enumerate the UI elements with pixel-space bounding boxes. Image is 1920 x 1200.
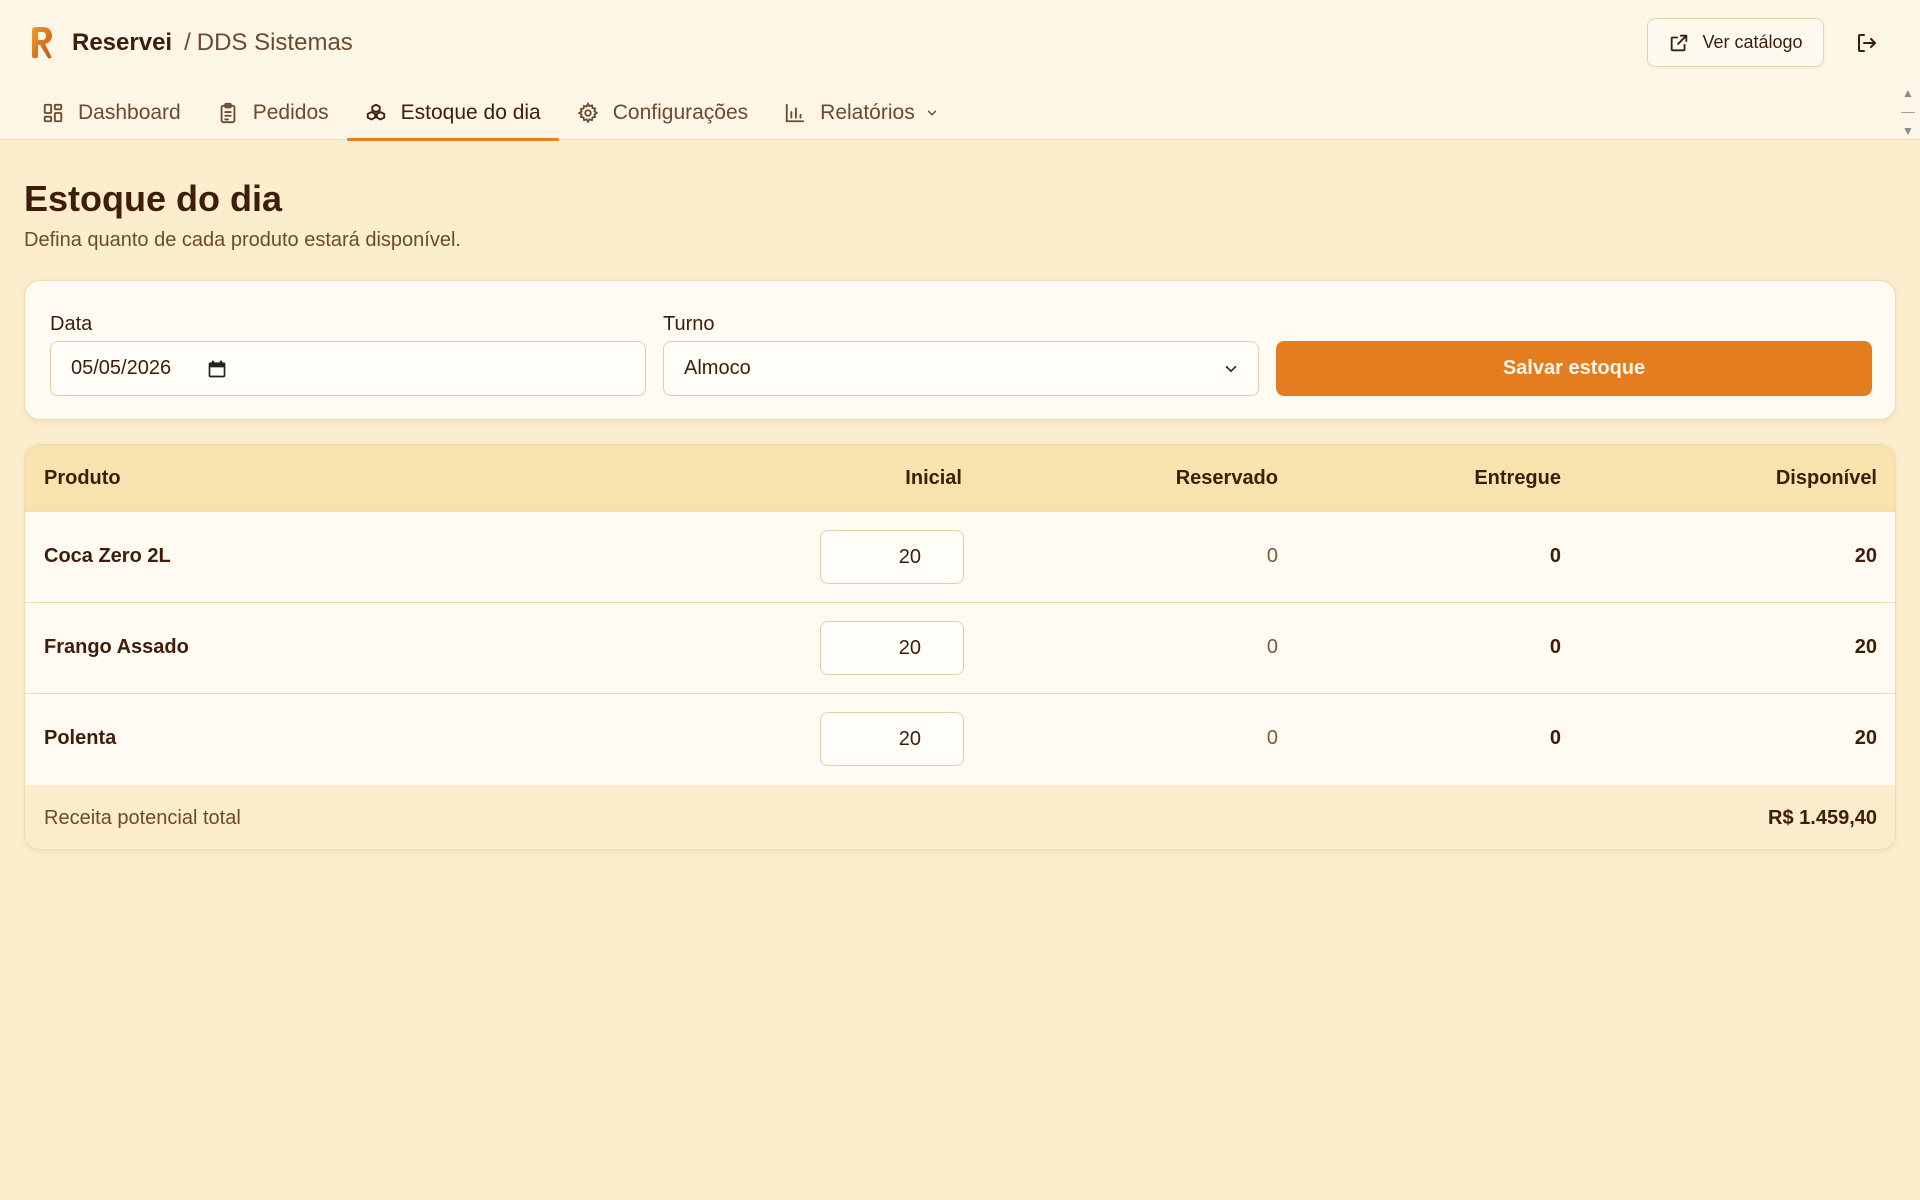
tab-dashboard[interactable]: Dashboard	[24, 86, 199, 140]
boxes-icon	[366, 103, 385, 121]
view-catalog-button[interactable]: Ver catálogo	[1647, 18, 1824, 67]
main-nav: Dashboard Pedidos Estoque do dia Configu…	[24, 86, 957, 141]
table-footer: Receita potencial total R$ 1.459,40	[25, 785, 1895, 849]
shift-value: Almoco	[684, 357, 751, 379]
delivered-value: 0	[1549, 636, 1561, 658]
tab-relatorios-label: Relatórios	[820, 101, 915, 124]
tab-pedidos[interactable]: Pedidos	[199, 86, 347, 140]
table-row: Frango Assado 20 0 0 20	[25, 602, 1895, 693]
reservei-logo-icon	[32, 27, 52, 59]
header-produto: Produto	[44, 467, 121, 489]
bar-chart-icon	[785, 103, 805, 123]
page-subtitle: Defina quanto de cada produto estará dis…	[24, 229, 461, 251]
external-link-icon	[1671, 34, 1688, 51]
header-entregue: Entregue	[1474, 467, 1561, 489]
shift-label: Turno	[663, 313, 715, 335]
header-reservado: Reservado	[1175, 467, 1278, 489]
table-row: Coca Zero 2L 20 0 0 20	[25, 511, 1895, 602]
view-catalog-label: Ver catálogo	[1702, 32, 1803, 52]
product-name: Polenta	[44, 727, 117, 749]
reserved-value: 0	[1266, 727, 1278, 749]
brand[interactable]: Reservei / DDS Sistemas	[28, 26, 353, 60]
tab-configuracoes[interactable]: Configurações	[559, 86, 766, 140]
gear-icon	[577, 102, 599, 124]
scroll-down-icon[interactable]: ▼	[1902, 124, 1914, 138]
tab-estoque-label: Estoque do dia	[400, 101, 541, 124]
available-value: 20	[1854, 727, 1877, 749]
stock-table: Produto Inicial Reservado Entregue Dispo…	[24, 444, 1896, 850]
logout-button[interactable]	[1850, 26, 1884, 60]
app-name: Reservei	[72, 29, 173, 56]
chevron-down-icon	[927, 110, 936, 116]
delivered-value: 0	[1549, 545, 1561, 567]
brand-separator: /	[184, 29, 191, 56]
available-value: 20	[1854, 545, 1877, 567]
grid-icon	[43, 103, 63, 123]
table-row: Polenta 20 0 0 20	[25, 693, 1895, 784]
delivered-value: 0	[1549, 727, 1561, 749]
potential-revenue-value: R$ 1.459,40	[1768, 807, 1877, 829]
table-header: Produto Inicial Reservado Entregue Dispo…	[25, 445, 1895, 511]
initial-quantity-input[interactable]: 20	[820, 712, 964, 766]
scroll-divider	[1901, 111, 1915, 113]
organization-name: DDS Sistemas	[196, 29, 353, 56]
clipboard-icon	[220, 102, 236, 124]
available-value: 20	[1854, 636, 1877, 658]
initial-quantity-input[interactable]: 20	[820, 621, 964, 675]
calendar-icon[interactable]	[207, 359, 227, 379]
tab-pedidos-label: Pedidos	[252, 101, 329, 124]
top-bar: Reservei / DDS Sistemas Ver catálogo Das…	[0, 0, 1920, 141]
page-title: Estoque do dia	[24, 178, 283, 219]
tab-estoque-do-dia[interactable]: Estoque do dia	[346, 86, 559, 141]
potential-revenue-label: Receita potencial total	[44, 807, 241, 829]
tab-relatorios[interactable]: Relatórios	[766, 86, 957, 140]
chevron-down-icon	[1225, 365, 1237, 373]
nav-scroll-control[interactable]: ▲ ▼	[1898, 86, 1918, 138]
filter-card: Data 05/05/2026 Turno Almoco Salvar esto…	[24, 280, 1896, 420]
product-name: Frango Assado	[44, 636, 189, 658]
header-disponivel: Disponível	[1775, 467, 1877, 489]
logout-icon	[1858, 34, 1876, 52]
header-inicial: Inicial	[905, 467, 962, 489]
tab-configuracoes-label: Configurações	[612, 101, 749, 124]
product-name: Coca Zero 2L	[44, 545, 171, 567]
tab-dashboard-label: Dashboard	[78, 101, 181, 124]
date-input[interactable]: 05/05/2026	[50, 341, 646, 396]
save-stock-button[interactable]: Salvar estoque	[1276, 341, 1872, 396]
reserved-value: 0	[1266, 545, 1278, 567]
reserved-value: 0	[1266, 636, 1278, 658]
scroll-up-icon[interactable]: ▲	[1902, 86, 1914, 100]
initial-quantity-input[interactable]: 20	[820, 530, 964, 584]
shift-select[interactable]: Almoco	[663, 341, 1259, 396]
date-value: 05/05/2026	[71, 357, 172, 379]
date-label: Data	[50, 313, 93, 335]
